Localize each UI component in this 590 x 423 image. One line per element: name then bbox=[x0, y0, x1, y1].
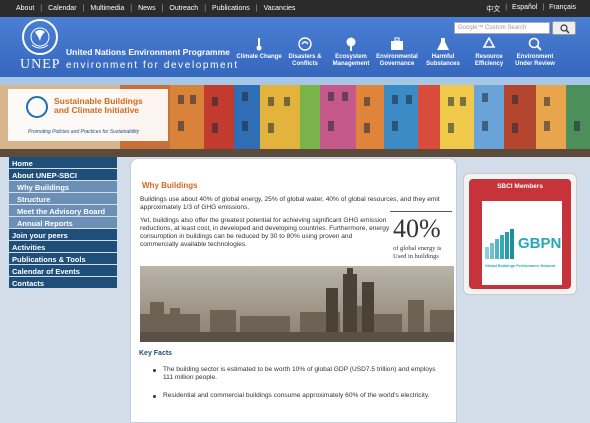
language-link[interactable]: Français bbox=[549, 4, 576, 14]
members-title: SBCI Members bbox=[497, 183, 543, 190]
sbci-name: Sustainable Buildings and Climate Initia… bbox=[54, 97, 143, 115]
topnav-calendar[interactable]: Calendar bbox=[48, 5, 76, 12]
language-link[interactable]: Español bbox=[512, 4, 537, 14]
top-navigation: About | Calendar | Multimedia | News | Outreach |… bbox=[16, 5, 295, 12]
hands-icon bbox=[297, 37, 313, 51]
nav-separator: | bbox=[204, 5, 207, 12]
topic-harmful-substances[interactable]: Harmful Substances bbox=[420, 37, 466, 68]
sidebar-item-contacts[interactable]: Contacts bbox=[9, 277, 117, 289]
search-icon bbox=[560, 24, 570, 34]
gbpn-bars-icon bbox=[485, 229, 514, 259]
stat-callout: 40% of global energy is Used in building… bbox=[390, 211, 452, 261]
unep-sbci-logo-icon bbox=[26, 96, 48, 118]
sbci-tagline: Promoting Policies and Practices for Sus… bbox=[28, 129, 140, 135]
topic-navigation: Climate Change Disasters & Conflicts Ecosy… bbox=[236, 36, 558, 68]
topnav-publications[interactable]: Publications bbox=[212, 5, 250, 12]
banner-image: Sustainable Buildings and Climate Initia… bbox=[0, 77, 590, 157]
main-content: Why Buildings Buildings use about 40% of… bbox=[130, 158, 457, 423]
intro-paragraph: Buildings use about 40% of global energy… bbox=[140, 196, 440, 211]
sidebar-item-annual-reports[interactable]: Annual Reports bbox=[9, 217, 117, 229]
language-separator: | bbox=[542, 4, 545, 11]
top-bar: About | Calendar | Multimedia | News | Outreach |… bbox=[0, 0, 590, 17]
topic-label: Environmental Governance bbox=[376, 54, 418, 67]
page-title: Why Buildings bbox=[142, 181, 198, 190]
potential-paragraph: Yet, buildings also offer the greatest p… bbox=[140, 217, 390, 248]
language-link[interactable]: 中文 bbox=[486, 4, 500, 14]
sidebar-navigation: Home About UNEP-SBCI Why Buildings Structur… bbox=[9, 157, 117, 289]
site-header: UNEP United Nations Environment Programm… bbox=[0, 17, 590, 77]
sidebar-item-home[interactable]: Home bbox=[9, 157, 117, 169]
sidebar-item-calendar-of-events[interactable]: Calendar of Events bbox=[9, 265, 117, 277]
unep-logo-text[interactable]: UNEP bbox=[20, 57, 61, 73]
topic-label: Disasters & Conflicts bbox=[288, 54, 322, 67]
gbpn-full-name: Global Buildings Performance Network bbox=[485, 264, 556, 268]
nav-separator: | bbox=[40, 5, 43, 12]
sidebar-item-meet-the-advisory-board[interactable]: Meet the Advisory Board bbox=[9, 205, 117, 217]
topic-ecosystem-management[interactable]: Ecosystem Management bbox=[328, 37, 374, 68]
nav-separator: | bbox=[130, 5, 133, 12]
key-fact-item: The building sector is estimated to be w… bbox=[151, 366, 441, 382]
topic-climate-change[interactable]: Climate Change bbox=[236, 37, 282, 68]
recycle-icon bbox=[481, 36, 497, 51]
topnav-multimedia[interactable]: Multimedia bbox=[90, 5, 124, 12]
topic-label: Harmful Substances bbox=[426, 54, 460, 67]
sidebar-item-why-buildings[interactable]: Why Buildings bbox=[9, 181, 117, 193]
sidebar-item-about-unep-sbci[interactable]: About UNEP-SBCI bbox=[9, 169, 117, 181]
stat-value: 40% bbox=[393, 214, 441, 243]
site-subtitle: environment for development bbox=[66, 60, 239, 71]
nav-separator: | bbox=[255, 5, 258, 12]
topnav-news[interactable]: News bbox=[138, 5, 156, 12]
members-frame: SBCI Members GBPN Global Buildings Perfo… bbox=[469, 179, 571, 289]
sidebar-item-activities[interactable]: Activities bbox=[9, 241, 117, 253]
language-selector: 中文 | Español | Français bbox=[486, 4, 576, 14]
magnifier-icon bbox=[527, 37, 543, 51]
gbpn-logo-text: GBPN bbox=[518, 235, 562, 252]
tree-icon bbox=[343, 37, 359, 51]
search-input[interactable]: Google™ Custom Search bbox=[454, 22, 550, 34]
sbci-logo-box[interactable]: Sustainable Buildings and Climate Initia… bbox=[8, 89, 168, 141]
gbpn-logo[interactable]: GBPN Global Buildings Performance Networ… bbox=[482, 201, 562, 285]
topnav-about[interactable]: About bbox=[16, 5, 34, 12]
topic-label: Ecosystem Management bbox=[332, 54, 370, 67]
topic-label: Climate Change bbox=[236, 54, 282, 60]
site-title[interactable]: United Nations Environment Programme bbox=[66, 47, 230, 57]
topic-label: Environment Under Review bbox=[515, 54, 555, 67]
key-fact-item: Residential and commercial buildings con… bbox=[151, 392, 441, 400]
sidebar-item-structure[interactable]: Structure bbox=[9, 193, 117, 205]
nav-separator: | bbox=[82, 5, 85, 12]
topnav-outreach[interactable]: Outreach bbox=[169, 5, 198, 12]
flask-icon bbox=[435, 37, 451, 51]
language-separator: | bbox=[505, 4, 508, 11]
members-panel: SBCI Members GBPN Global Buildings Perfo… bbox=[463, 173, 577, 295]
topic-disasters-conflicts[interactable]: Disasters & Conflicts bbox=[282, 37, 328, 68]
unep-logo-icon[interactable] bbox=[22, 19, 58, 55]
key-facts-list: The building sector is estimated to be w… bbox=[151, 366, 441, 410]
stat-caption: of global energy is Used in buildings bbox=[393, 245, 442, 260]
topic-environment-under-review[interactable]: Environment Under Review bbox=[512, 37, 558, 68]
topic-label: Resource Efficiency bbox=[474, 54, 504, 67]
thermometer-icon bbox=[251, 37, 267, 51]
key-facts-heading: Key Facts bbox=[139, 350, 173, 357]
topic-environmental-governance[interactable]: Environmental Governance bbox=[374, 37, 420, 68]
sidebar-item-join-your-peers[interactable]: Join your peers bbox=[9, 229, 117, 241]
sbci-name-line2: and Climate Initiative bbox=[54, 105, 140, 115]
city-skyline-image bbox=[140, 266, 454, 342]
nav-separator: | bbox=[161, 5, 164, 12]
sidebar-item-publications-tools[interactable]: Publications & Tools bbox=[9, 253, 117, 265]
topnav-vacancies[interactable]: Vacancies bbox=[264, 5, 296, 12]
search-button[interactable] bbox=[552, 21, 576, 35]
topic-resource-efficiency[interactable]: Resource Efficiency bbox=[466, 36, 512, 68]
briefcase-icon bbox=[389, 37, 405, 51]
